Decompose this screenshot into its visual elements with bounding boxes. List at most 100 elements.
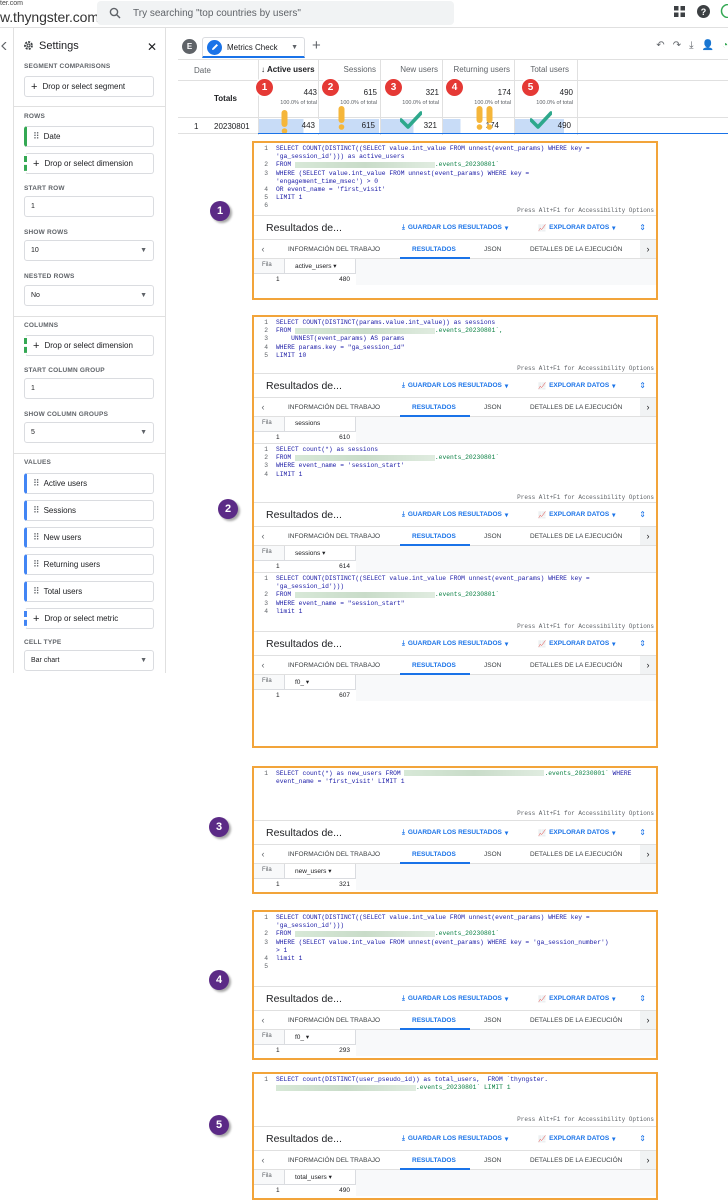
sql-editor[interactable]: 1 SELECT count(DISTINCT(user_pseudo_id)) … — [254, 1074, 656, 1126]
tab-json[interactable]: JSON — [484, 404, 501, 411]
result-column-header[interactable]: sessions — [284, 417, 356, 431]
chevron-right-icon[interactable]: › — [640, 1151, 656, 1169]
tab-results[interactable]: RESULTADOS — [412, 1017, 456, 1024]
tab-results[interactable]: RESULTADOS — [412, 246, 456, 253]
chevron-right-icon[interactable]: › — [640, 240, 656, 258]
chevron-left-icon[interactable]: ‹ — [254, 849, 272, 859]
sql-editor[interactable]: 1 SELECT count(*) as sessions 2 FROM .even… — [254, 444, 656, 502]
tab-job-info[interactable]: INFORMACIÓN DEL TRABAJO — [288, 851, 380, 858]
save-results-button[interactable]: ⤓ GUARDAR LOS RESULTADOS ▾ — [402, 640, 508, 648]
tab-execution-details[interactable]: DETALLES DE LA EJECUCIÓN — [530, 404, 622, 411]
explore-data-button[interactable]: 📈 EXPLORAR DATOS ▾ — [538, 995, 615, 1003]
dropdown-arrow-icon[interactable]: ▼ — [291, 44, 298, 51]
sql-editor[interactable]: 1 SELECT count(*) as new_users FROM .even… — [254, 768, 656, 820]
drag-handle-icon[interactable]: ⠿ — [33, 559, 40, 570]
tab-json[interactable]: JSON — [484, 1157, 501, 1164]
apps-grid-icon[interactable] — [672, 4, 686, 18]
cell-type-select[interactable]: Bar chart ▼ — [24, 650, 154, 671]
expand-icon[interactable]: ⇕ — [639, 994, 646, 1003]
save-results-button[interactable]: ⤓ GUARDAR LOS RESULTADOS ▾ — [402, 511, 508, 519]
drop-metric-field[interactable]: + Drop or select metric — [24, 608, 154, 629]
sql-editor[interactable]: 1 SELECT COUNT(DISTINCT((SELECT value.int… — [254, 573, 656, 631]
tab-json[interactable]: JSON — [484, 851, 501, 858]
expand-icon[interactable]: ⇕ — [639, 828, 646, 837]
tab-job-info[interactable]: INFORMACIÓN DEL TRABAJO — [288, 533, 380, 540]
explore-data-button[interactable]: 📈 EXPLORAR DATOS ▾ — [538, 1135, 615, 1143]
chevron-right-icon[interactable]: › — [640, 398, 656, 416]
tab-execution-details[interactable]: DETALLES DE LA EJECUCIÓN — [530, 1017, 622, 1024]
metric-chip-active-users[interactable]: ⠿ Active users — [24, 473, 154, 494]
chevron-left-icon[interactable]: ‹ — [254, 244, 272, 254]
chevron-right-icon[interactable]: › — [640, 845, 656, 863]
chevron-left-icon[interactable]: ‹ — [254, 660, 272, 670]
sql-editor[interactable]: 1 SELECT COUNT(DISTINCT((SELECT value.int… — [254, 143, 656, 215]
tab-job-info[interactable]: INFORMACIÓN DEL TRABAJO — [288, 246, 380, 253]
redo-icon[interactable]: ↷ — [673, 40, 681, 51]
explore-data-button[interactable]: 📈 EXPLORAR DATOS ▾ — [538, 640, 615, 648]
save-results-button[interactable]: ⤓ GUARDAR LOS RESULTADOS ▾ — [402, 382, 508, 390]
expand-icon[interactable]: ⇕ — [639, 1134, 646, 1143]
tab-json[interactable]: JSON — [484, 1017, 501, 1024]
tab-execution-details[interactable]: DETALLES DE LA EJECUCIÓN — [530, 851, 622, 858]
tab-job-info[interactable]: INFORMACIÓN DEL TRABAJO — [288, 1017, 380, 1024]
explore-data-button[interactable]: 📈 EXPLORAR DATOS ▾ — [538, 511, 615, 519]
explore-data-button[interactable]: 📈 EXPLORAR DATOS ▾ — [538, 224, 615, 232]
tab-execution-details[interactable]: DETALLES DE LA EJECUCIÓN — [530, 1157, 622, 1164]
tab-job-info[interactable]: INFORMACIÓN DEL TRABAJO — [288, 404, 380, 411]
result-column-header[interactable]: f0_ ▾ — [284, 675, 356, 689]
chevron-right-icon[interactable]: › — [640, 527, 656, 545]
expand-icon[interactable]: ⇕ — [639, 510, 646, 519]
metric-chip-returning-users[interactable]: ⠿ Returning users — [24, 554, 154, 575]
start-row-input[interactable]: 1 — [24, 196, 154, 217]
result-column-header[interactable]: sessions ▾ — [284, 546, 356, 560]
tab-json[interactable]: JSON — [484, 533, 501, 540]
chevron-left-icon[interactable]: ‹ — [254, 402, 272, 412]
tab-execution-details[interactable]: DETALLES DE LA EJECUCIÓN — [530, 662, 622, 669]
column-header[interactable]: Total users — [530, 65, 569, 74]
tab-job-info[interactable]: INFORMACIÓN DEL TRABAJO — [288, 662, 380, 669]
save-results-button[interactable]: ⤓ GUARDAR LOS RESULTADOS ▾ — [402, 829, 508, 837]
expand-icon[interactable]: ⇕ — [639, 223, 646, 232]
drag-handle-icon[interactable]: ⠿ — [33, 131, 40, 142]
show-column-groups-select[interactable]: 5 ▼ — [24, 422, 154, 443]
tab-json[interactable]: JSON — [484, 246, 501, 253]
chevron-left-icon[interactable]: ‹ — [254, 531, 272, 541]
insights-icon[interactable]: ◔ — [722, 40, 728, 51]
save-results-button[interactable]: ⤓ GUARDAR LOS RESULTADOS ▾ — [402, 1135, 508, 1143]
chevron-left-icon[interactable] — [1, 42, 7, 50]
result-column-header[interactable]: f0_ ▾ — [284, 1030, 356, 1044]
result-column-header[interactable]: total_users ▾ — [284, 1170, 356, 1184]
expand-icon[interactable]: ⇕ — [639, 381, 646, 390]
tab-results[interactable]: RESULTADOS — [412, 404, 456, 411]
result-column-header[interactable]: new_users ▾ — [284, 864, 356, 878]
tab-execution-details[interactable]: DETALLES DE LA EJECUCIÓN — [530, 246, 622, 253]
tab-results[interactable]: RESULTADOS — [412, 851, 456, 858]
download-icon[interactable]: ⤓ — [689, 40, 693, 51]
nested-rows-select[interactable]: No ▼ — [24, 285, 154, 306]
chevron-right-icon[interactable]: › — [640, 656, 656, 674]
drag-handle-icon[interactable]: ⠿ — [33, 478, 40, 489]
chevron-left-icon[interactable]: ‹ — [254, 1015, 272, 1025]
metric-chip-sessions[interactable]: ⠿ Sessions — [24, 500, 154, 521]
row-dimension-chip[interactable]: ⠿ Date — [24, 126, 154, 147]
metric-chip-new-users[interactable]: ⠿ New users — [24, 527, 154, 548]
explore-data-button[interactable]: 📈 EXPLORAR DATOS ▾ — [538, 382, 615, 390]
start-column-group-input[interactable]: 1 — [24, 378, 154, 399]
column-header[interactable]: Returning users — [454, 65, 510, 74]
drop-segment-field[interactable]: + Drop or select segment — [24, 76, 154, 97]
column-header[interactable]: Sessions — [344, 65, 376, 74]
column-header[interactable]: New users — [400, 65, 438, 74]
close-icon[interactable]: ✕ — [147, 40, 157, 54]
exploration-icon[interactable]: E — [182, 39, 197, 54]
undo-icon[interactable]: ↶ — [656, 40, 664, 51]
drag-handle-icon[interactable]: ⠿ — [33, 586, 40, 597]
tab-job-info[interactable]: INFORMACIÓN DEL TRABAJO — [288, 1157, 380, 1164]
save-results-button[interactable]: ⤓ GUARDAR LOS RESULTADOS ▾ — [402, 224, 508, 232]
help-icon[interactable]: ? — [696, 4, 710, 18]
tab-results[interactable]: RESULTADOS — [412, 662, 456, 669]
drag-handle-icon[interactable]: ⠿ — [33, 505, 40, 516]
metric-chip-total-users[interactable]: ⠿ Total users — [24, 581, 154, 602]
tab-execution-details[interactable]: DETALLES DE LA EJECUCIÓN — [530, 533, 622, 540]
date-header[interactable]: Date — [194, 66, 211, 75]
show-rows-select[interactable]: 10 ▼ — [24, 240, 154, 261]
